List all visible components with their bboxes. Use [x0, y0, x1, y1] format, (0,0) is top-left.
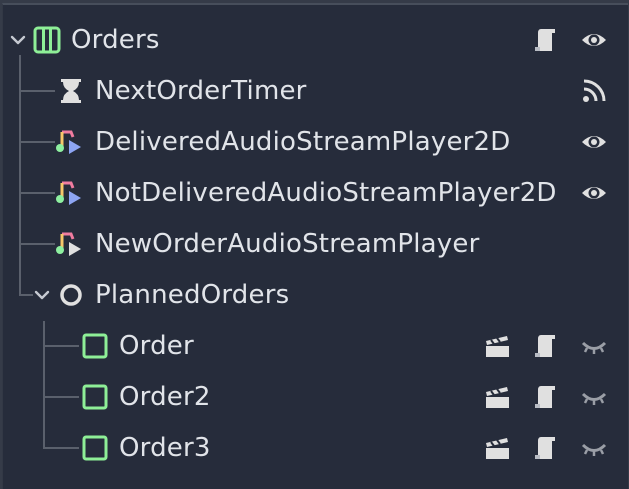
node-name: PlannedOrders	[95, 279, 290, 310]
node-name: Orders	[71, 24, 160, 55]
visibility-closed-eye-icon[interactable]	[580, 434, 608, 462]
visibility-eye-icon[interactable]	[580, 179, 608, 207]
tree-item-order3[interactable]: Order3	[3, 422, 628, 473]
node-name: NotDeliveredAudioStreamPlayer2D	[95, 177, 557, 208]
visibility-eye-icon[interactable]	[580, 26, 608, 54]
tree-item-order[interactable]: Order	[3, 320, 628, 371]
node-circle-icon	[60, 283, 82, 306]
script-icon[interactable]	[531, 383, 559, 411]
tree-item-orders[interactable]: Orders	[3, 14, 628, 65]
tree-item-nextordertimer[interactable]: NextOrderTimer	[3, 65, 628, 116]
open-scene-icon[interactable]	[483, 383, 511, 411]
control-panel-icon	[82, 384, 108, 409]
visibility-eye-icon[interactable]	[580, 128, 608, 156]
visibility-closed-eye-icon[interactable]	[580, 332, 608, 360]
tree-item-notdeliveredaudiostreamplayer2d[interactable]: NotDeliveredAudioStreamPlayer2D	[3, 167, 628, 218]
audio-stream-player-icon	[56, 130, 81, 154]
tree-item-neworderaudiostreamplayer[interactable]: NewOrderAudioStreamPlayer	[3, 218, 628, 269]
open-scene-icon[interactable]	[483, 332, 511, 360]
node-name: Order	[119, 330, 194, 361]
node-name: NewOrderAudioStreamPlayer	[95, 228, 480, 259]
chevron-down-icon[interactable]	[33, 288, 51, 302]
hourglass-timer-icon	[61, 78, 81, 103]
audio-stream-player-icon	[56, 181, 81, 205]
control-panel-icon	[82, 435, 108, 460]
node-name: Order2	[119, 381, 211, 412]
scene-tree-panel: Orders NextOrderTimer DeliveredAudioStre…	[2, 3, 628, 489]
script-icon[interactable]	[531, 434, 559, 462]
chevron-down-icon[interactable]	[9, 33, 27, 47]
node-name: NextOrderTimer	[95, 75, 307, 106]
audio-stream-player-icon	[56, 232, 81, 256]
script-icon[interactable]	[531, 26, 559, 54]
signal-connections-icon[interactable]	[580, 77, 608, 105]
control-panel-icon	[82, 333, 108, 358]
tree-item-plannedorders[interactable]: PlannedOrders	[3, 269, 628, 320]
grid-container-icon	[33, 26, 61, 53]
tree-item-deliveredaudiostreamplayer2d[interactable]: DeliveredAudioStreamPlayer2D	[3, 116, 628, 167]
node-name: DeliveredAudioStreamPlayer2D	[95, 126, 511, 157]
tree-item-order2[interactable]: Order2	[3, 371, 628, 422]
visibility-closed-eye-icon[interactable]	[580, 383, 608, 411]
open-scene-icon[interactable]	[483, 434, 511, 462]
node-name: Order3	[119, 432, 211, 463]
script-icon[interactable]	[531, 332, 559, 360]
